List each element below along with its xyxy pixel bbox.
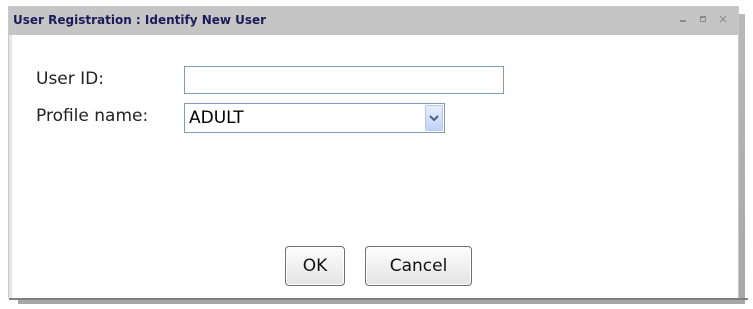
dialog-title: User Registration : Identify New User [13,13,267,27]
user-id-label: User ID: [36,69,104,89]
user-id-input[interactable] [184,66,504,94]
cancel-button[interactable]: Cancel [365,246,472,286]
minimize-icon[interactable] [677,13,689,25]
left-border [9,35,12,298]
profile-selected-value: ADULT [189,108,244,128]
profile-name-label: Profile name: [36,106,149,126]
maximize-icon[interactable] [697,13,709,25]
identify-new-user-dialog: User Registration : Identify New User × … [8,6,748,300]
bottom-divider [9,298,748,300]
ok-button[interactable]: OK [285,246,345,286]
close-icon[interactable]: × [717,12,729,26]
chevron-down-icon[interactable] [425,105,443,131]
title-bar[interactable]: User Registration : Identify New User × [9,6,738,35]
profile-name-select[interactable]: ADULT [184,103,445,133]
